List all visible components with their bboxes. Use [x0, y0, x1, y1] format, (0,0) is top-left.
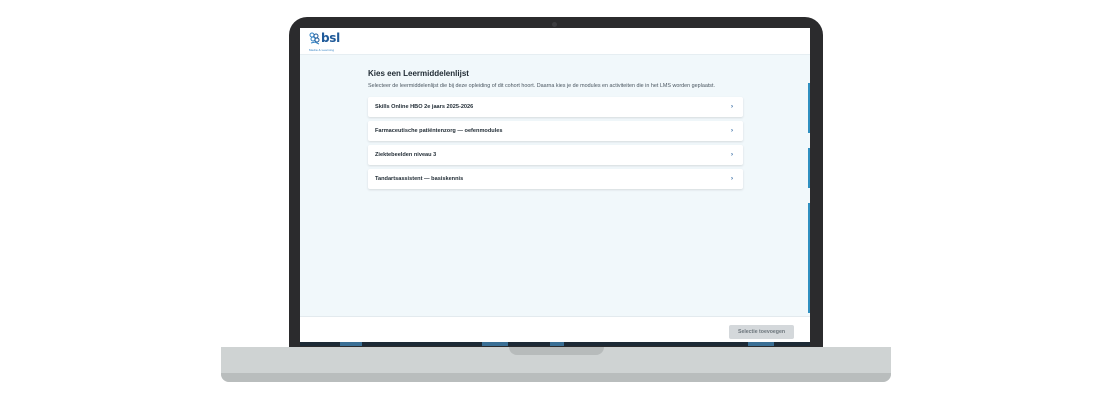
list-item-label: Skills Online HBO 2e jaars 2025-2026 [375, 104, 474, 110]
bottom-strip [300, 342, 810, 346]
leermiddelenlijst-list: Skills Online HBO 2e jaars 2025-2026 › F… [368, 97, 744, 189]
laptop-lid: bsl Media & Learning Kies een Leermiddel… [289, 17, 823, 350]
laptop-base [221, 347, 891, 382]
laptop-notch [509, 347, 604, 355]
list-item[interactable]: Ziektebeelden niveau 3 › [368, 145, 743, 165]
chevron-right-icon: › [731, 128, 733, 134]
strip-segment [550, 342, 564, 346]
main-content: Kies een Leermiddelenlijst Selecteer de … [368, 69, 744, 193]
list-item-label: Ziektebeelden niveau 3 [375, 152, 437, 158]
edge-accent [808, 203, 810, 313]
strip-segment [748, 342, 774, 346]
list-item[interactable]: Farmaceutische patiëntenzorg — oefenmodu… [368, 121, 743, 141]
page-description: Selecteer de leermiddelenlijst die bij d… [368, 83, 716, 89]
laptop-base-bottom [221, 373, 891, 382]
app-header: bsl Media & Learning [300, 28, 810, 55]
list-item[interactable]: Tandartsassistent — basiskennis › [368, 169, 743, 189]
chevron-right-icon: › [731, 176, 733, 182]
list-item-label: Tandartsassistent — basiskennis [375, 176, 464, 182]
strip-segment [482, 342, 508, 346]
app-screen: bsl Media & Learning Kies een Leermiddel… [300, 28, 810, 346]
add-selection-button[interactable]: Selectie toevoegen [729, 325, 794, 339]
edge-accent [808, 148, 810, 188]
edge-accent [808, 83, 810, 133]
list-item-label: Farmaceutische patiëntenzorg — oefenmodu… [375, 128, 503, 134]
bsl-logo-icon [309, 32, 320, 45]
chevron-right-icon: › [731, 104, 733, 110]
camera-icon [552, 22, 557, 27]
logo-text: bsl [321, 31, 340, 45]
chevron-right-icon: › [731, 152, 733, 158]
logo[interactable]: bsl Media & Learning [309, 31, 340, 52]
strip-segment [340, 342, 362, 346]
logo-subtext: Media & Learning [309, 48, 335, 52]
list-item[interactable]: Skills Online HBO 2e jaars 2025-2026 › [368, 97, 743, 117]
page-title: Kies een Leermiddelenlijst [368, 69, 469, 78]
